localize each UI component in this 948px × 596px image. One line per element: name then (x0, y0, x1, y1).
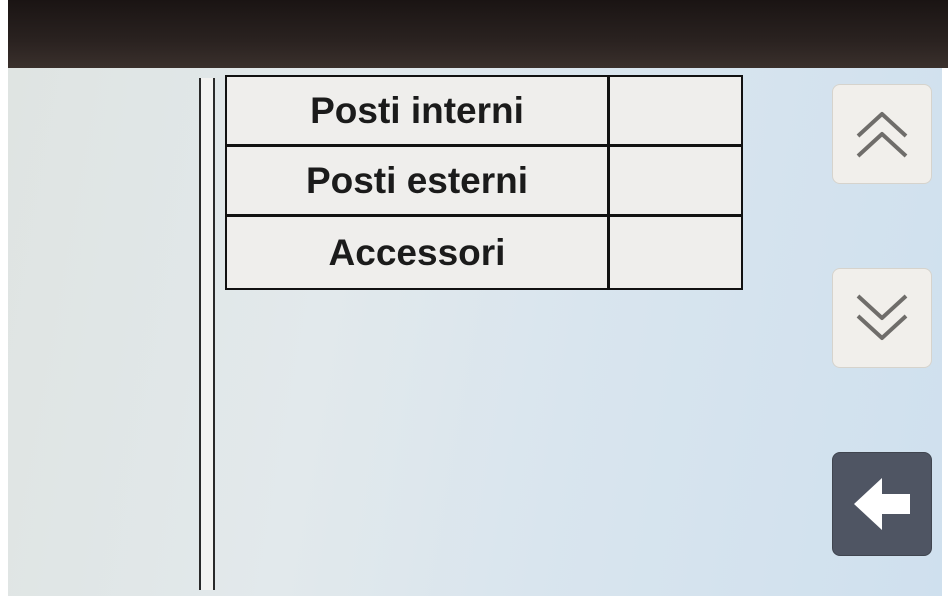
scroll-down-button[interactable] (832, 268, 932, 368)
menu-item-value-cell (610, 217, 741, 288)
menu-row-posti-interni[interactable]: Posti interni (227, 77, 741, 147)
top-bezel (8, 0, 948, 68)
menu-table: Posti interni Posti esterni Accessori (225, 75, 743, 290)
arrow-left-icon (854, 478, 910, 530)
menu-row-accessori[interactable]: Accessori (227, 217, 741, 288)
menu-item-accessori[interactable]: Accessori (227, 217, 610, 288)
left-scroll-rail (199, 78, 215, 590)
menu-row-posti-esterni[interactable]: Posti esterni (227, 147, 741, 217)
double-chevron-up-icon (856, 112, 908, 158)
scroll-up-button[interactable] (832, 84, 932, 184)
double-chevron-down-icon (856, 294, 908, 340)
menu-item-posti-interni[interactable]: Posti interni (227, 77, 610, 144)
back-button[interactable] (832, 452, 932, 556)
menu-item-value-cell (610, 77, 741, 144)
menu-item-posti-esterni[interactable]: Posti esterni (227, 147, 610, 214)
menu-item-value-cell (610, 147, 741, 214)
device-frame: Posti interni Posti esterni Accessori (0, 0, 948, 596)
